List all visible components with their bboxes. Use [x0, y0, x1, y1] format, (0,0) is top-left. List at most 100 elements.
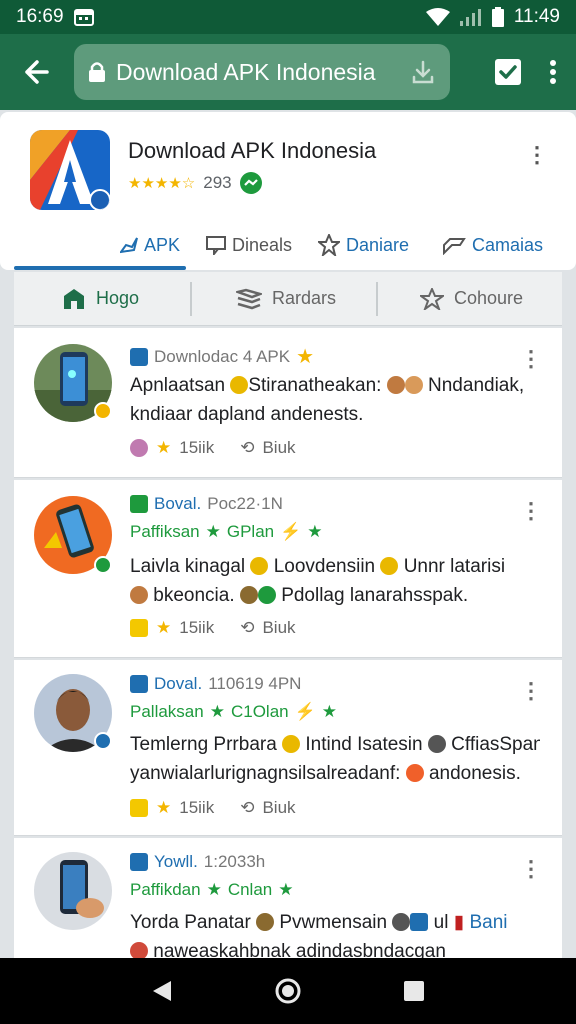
like-count: 15iik [179, 618, 215, 637]
battery-icon [491, 7, 504, 27]
back-button[interactable] [14, 50, 58, 94]
nav-recents-icon[interactable] [403, 980, 425, 1002]
reaction-icon [130, 619, 148, 637]
nav-home-icon[interactable] [275, 978, 301, 1004]
post-subtitle: Pallaksan ★ C1Olan ⚡ ★ [130, 702, 338, 721]
app-tabs: APK Dineals Daniare Camaias [0, 220, 576, 270]
emoji-icon [239, 586, 258, 604]
browser-toolbar: Download APK Indonesia [0, 34, 576, 110]
arrow-back-icon [25, 60, 49, 84]
status-bar: 16:69 11:49 [0, 0, 576, 34]
star-icon: ★ [156, 618, 172, 637]
system-nav-bar [0, 958, 576, 1024]
repost-icon[interactable]: ⟲ [240, 618, 254, 638]
send-icon [120, 237, 138, 254]
list-item[interactable]: Boval. Poc22·1N Paffiksan ★ GPlan ⚡ ★ ⋮ … [14, 480, 562, 658]
star-icon: ★ [307, 522, 323, 541]
url-bar[interactable]: Download APK Indonesia [74, 44, 450, 100]
url-text: Download APK Indonesia [116, 58, 376, 85]
star-outline-icon [420, 287, 444, 310]
filter-home[interactable]: Hogo [62, 287, 139, 311]
post-header: Boval. Poc22·1N [130, 494, 283, 514]
list-item[interactable]: Downlodac 4 APK ★ ⋮ Apnlaatsan Stiranath… [14, 328, 562, 478]
star-outline-icon [318, 234, 340, 256]
post-more-button[interactable]: ⋮ [520, 856, 542, 882]
avatar[interactable] [34, 852, 112, 930]
verified-badge [94, 556, 112, 574]
post-more-button[interactable]: ⋮ [520, 678, 542, 704]
checkbox-icon[interactable] [494, 58, 522, 86]
post-more-button[interactable]: ⋮ [520, 498, 542, 524]
emoji-icon [392, 913, 411, 931]
action-label[interactable]: Biuk [262, 798, 295, 818]
emoji-icon [405, 764, 424, 782]
tab-camaias[interactable]: Camaias [440, 220, 545, 270]
star-icon: ★ [278, 880, 294, 899]
post-header: Downlodac 4 APK ★ [130, 344, 314, 369]
list-item[interactable]: Yowll. 1:2033h Paffikdan ★ Cnlan ★ ⋮ Yor… [14, 838, 562, 968]
filter-bar: Hogo Rardars Cohoure [14, 272, 562, 326]
app-logo[interactable] [30, 130, 110, 210]
status-clock: 11:49 [513, 6, 560, 27]
wifi-icon [425, 8, 450, 26]
layers-icon [236, 288, 262, 309]
action-label[interactable]: Biuk [262, 438, 295, 458]
repost-icon[interactable]: ⟲ [240, 798, 254, 818]
source-icon [130, 853, 148, 871]
tab-daniare[interactable]: Daniare [316, 220, 411, 270]
status-time: 16:69 [16, 6, 64, 27]
reaction-icon [130, 439, 148, 457]
filter-divider [190, 282, 192, 316]
emoji-icon [130, 586, 148, 604]
filter-cohoure[interactable]: Cohoure [420, 287, 523, 310]
calendar-icon [73, 9, 94, 26]
emoji-icon [427, 735, 446, 753]
app-more-button[interactable]: ⋮ [526, 142, 548, 168]
emoji-icon [250, 557, 269, 575]
emoji-icon [257, 586, 276, 604]
action-label[interactable]: Biuk [262, 618, 295, 638]
filter-rardars[interactable]: Rardars [236, 288, 336, 310]
rating-count: 293 [203, 173, 232, 192]
emoji-icon [230, 376, 249, 394]
post-footer: ★ 15iik ⟲ Biuk [130, 618, 296, 638]
tab-indicator [14, 266, 186, 270]
post-footer: ★ 15iik ⟲ Biuk [130, 798, 296, 818]
post-text: Apnlaatsan Stiranatheakan: Nndandiak, kn… [130, 375, 525, 425]
reaction-icon [130, 799, 148, 817]
bolt-icon: ⚡ [294, 702, 316, 721]
source-icon [130, 495, 148, 513]
download-icon[interactable] [410, 59, 436, 85]
post-time: 110619 4PN [208, 674, 302, 693]
star-icon: ★ [156, 798, 172, 817]
post-text: Temlerng Prrbara Intind Isatesin CffiasS… [130, 734, 540, 784]
tab-dineals[interactable]: Dineals [204, 220, 294, 270]
verified-badge [94, 402, 112, 420]
star-icon: ★ [321, 702, 338, 721]
list-item[interactable]: Doval. 110619 4PN Pallaksan ★ C1Olan ⚡ ★… [14, 660, 562, 836]
app-header-card: Download APK Indonesia ★★★★☆ 293 ⋮ APK D… [0, 112, 576, 270]
post-more-button[interactable]: ⋮ [520, 346, 542, 372]
post-subtitle: Paffikdan ★ Cnlan ★ [130, 880, 294, 899]
post-time: Poc22·1N [207, 494, 283, 513]
like-count: 15iik [179, 438, 215, 457]
more-vert-icon[interactable] [550, 60, 556, 84]
source-icon [130, 675, 148, 693]
verified-badge [94, 732, 112, 750]
like-count: 15iik [179, 798, 215, 817]
emoji-icon [386, 376, 405, 394]
emoji-icon [256, 913, 275, 931]
star-icon: ★ [296, 346, 315, 368]
filter-divider [376, 282, 378, 316]
star-icon: ★ [205, 522, 221, 541]
post-header: Yowll. 1:2033h [130, 852, 265, 872]
post-time: 1:2033h [203, 852, 266, 871]
trending-icon [239, 172, 262, 194]
app-title: Download APK Indonesia [128, 138, 377, 163]
tab-apk[interactable]: APK [118, 220, 182, 270]
post-header: Doval. 110619 4PN [130, 674, 301, 694]
repost-icon[interactable]: ⟲ [240, 438, 254, 458]
bolt-icon: ⚡ [280, 522, 302, 541]
app-rating: ★★★★☆ 293 [128, 172, 262, 194]
nav-back-icon[interactable] [151, 979, 173, 1003]
